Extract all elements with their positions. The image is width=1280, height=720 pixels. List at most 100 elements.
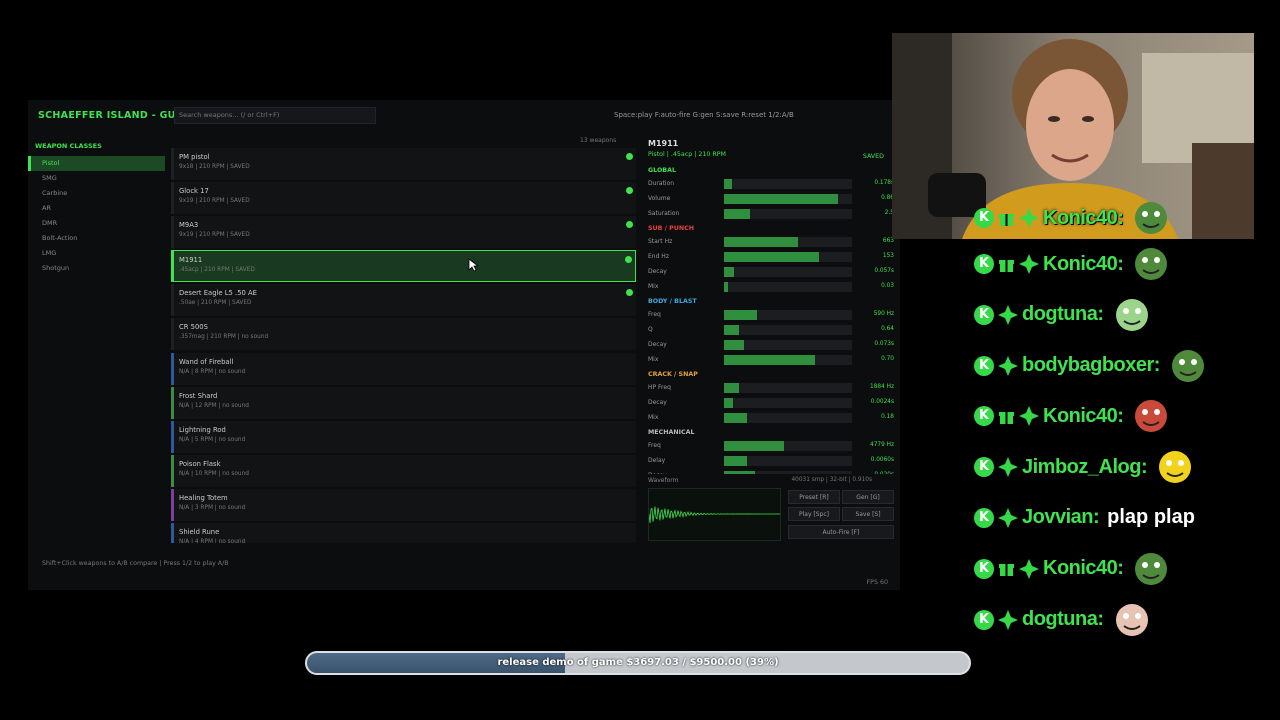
param-slider[interactable] [724, 471, 852, 474]
weapon-row[interactable]: M1911 .45acp | 210 RPM | SAVED [171, 250, 636, 283]
param-slider[interactable] [724, 413, 852, 423]
selected-weapon-name: M1911 [648, 139, 679, 148]
param-slider-fill [724, 325, 740, 335]
weapon-row[interactable]: Shield Rune N/A | 4 RPM | no sound [171, 523, 636, 543]
param-slider[interactable] [724, 340, 852, 350]
weapon-row[interactable]: Poison Flask N/A | 10 RPM | no sound [171, 454, 636, 487]
diamond-icon [1019, 254, 1039, 274]
weapon-row[interactable]: Desert Eagle L5 .50 AE .50ae | 210 RPM | … [171, 284, 636, 317]
play-button[interactable]: Play [Spc] [788, 507, 840, 521]
param-slider[interactable] [724, 456, 852, 466]
param-slider[interactable] [724, 282, 852, 292]
weapon-class-item[interactable]: LMG [28, 246, 165, 261]
weapon-class-item[interactable]: Carbine [28, 186, 165, 201]
param-slider-fill [724, 471, 755, 474]
chat-username: dogtuna: [1022, 608, 1104, 631]
gen-button[interactable]: Gen [G] [842, 490, 894, 504]
weapon-search-input[interactable]: Search weapons... (/ or Ctrl+F) [174, 107, 376, 124]
weapon-row[interactable]: Glock 17 9x19 | 210 RPM | SAVED [171, 182, 636, 215]
weapon-row[interactable]: Frost Shard N/A | 12 RPM | no sound [171, 386, 636, 419]
weapon-class-item[interactable]: Pistol [28, 156, 165, 171]
photo-emotes [1115, 603, 1148, 636]
param-slider[interactable] [724, 355, 852, 365]
smiley-emote [1159, 451, 1192, 484]
param-slider-fill [724, 413, 748, 423]
weapon-name: Poison Flask [179, 459, 221, 468]
param-label: Volume [648, 195, 671, 202]
weapon-meta: 9x19 | 210 RPM | SAVED [179, 232, 250, 239]
param-label: Duration [648, 180, 675, 187]
param-row: Delay 0.0060s [648, 454, 894, 469]
param-value: 4779 Hz [870, 442, 894, 448]
weapon-name: M9A3 [179, 221, 199, 230]
param-label: Freq [648, 442, 661, 449]
param-row: Decay 0.020s [648, 469, 894, 474]
weapon-row[interactable]: M9A3 9x19 | 210 RPM | SAVED [171, 216, 636, 249]
parameter-sections: GLOBAL Duration 0.178s Volume 0.86 Saturation… [648, 164, 894, 474]
weapon-row[interactable]: CR 500S .357mag | 210 RPM | no sound [171, 318, 636, 351]
gift-icon [999, 259, 1014, 272]
param-row: Volume 0.86 [648, 192, 894, 207]
fps-counter: FPS 60 [866, 579, 888, 586]
weapon-class-item[interactable]: Bolt-Action [28, 231, 165, 246]
frog-emote [1171, 349, 1204, 382]
weapon-meta: .357mag | 210 RPM | no sound [179, 334, 269, 341]
param-slider[interactable] [724, 237, 852, 247]
param-slider-fill [724, 194, 838, 204]
weapon-class-item[interactable]: AR [28, 201, 165, 216]
chat-username: dogtuna: [1022, 303, 1104, 326]
weapon-name: Glock 17 [179, 187, 209, 196]
param-label: Q [648, 326, 653, 333]
cartoon-face-emote [1135, 400, 1168, 433]
waveform-info: 40031 smp | 32-bit | 0.910s [791, 477, 872, 483]
weapon-count: 13 weapons [580, 137, 617, 144]
param-slider[interactable] [724, 383, 852, 393]
param-slider[interactable] [724, 325, 852, 335]
param-row: Decay 0.073s [648, 338, 894, 353]
auto-fire-button[interactable]: Auto-Fire [F] [788, 525, 894, 539]
footer-hint: Shift+Click weapons to A/B compare | Pre… [42, 560, 229, 567]
param-slider-fill [724, 340, 745, 350]
param-slider[interactable] [724, 310, 852, 320]
param-slider[interactable] [724, 398, 852, 408]
param-row: Decay 0.0024s [648, 396, 894, 411]
saved-indicator-icon [626, 289, 633, 297]
param-value: 0.03 [881, 283, 894, 289]
param-section-title: CRACK / SNAP [648, 371, 698, 378]
param-slider[interactable] [724, 441, 852, 451]
k-icon: K [974, 609, 994, 630]
weapon-meta: 9x19 | 210 RPM | SAVED [179, 198, 250, 205]
param-label: Start Hz [648, 238, 673, 245]
diamond-icon [998, 457, 1018, 478]
param-label: Mix [648, 356, 659, 363]
param-section-title: MECHANICAL [648, 429, 695, 436]
param-value: 0.18 [881, 414, 894, 420]
weapon-class-item[interactable]: SMG [28, 171, 165, 186]
weapon-row[interactable]: PM pistol 9x18 | 210 RPM | SAVED [171, 148, 636, 180]
param-slider[interactable] [724, 179, 852, 189]
saved-indicator-icon [626, 187, 633, 195]
weapon-name: Shield Rune [179, 528, 220, 537]
weapon-row[interactable]: Healing Totem N/A | 3 RPM | no sound [171, 488, 636, 521]
weapon-row[interactable]: Lightning Rod N/A | 5 RPM | no sound [171, 420, 636, 453]
preset-button[interactable]: Preset [R] [788, 490, 840, 504]
param-slider-fill [724, 310, 758, 320]
k-icon: K [974, 208, 994, 228]
param-slider[interactable] [724, 267, 852, 277]
param-slider[interactable] [724, 209, 852, 219]
gift-icon [999, 213, 1014, 226]
weapon-meta: N/A | 8 RPM | no sound [179, 368, 246, 375]
weapon-class-item[interactable]: DMR [28, 216, 165, 231]
weapon-class-list: Pistol SMG Carbine AR DMR Bolt-Action LMG Shotg… [28, 156, 165, 276]
weapon-row[interactable]: Wand of Fireball N/A | 8 RPM | no sound [171, 352, 636, 385]
save-button[interactable]: Save [S] [842, 507, 894, 521]
param-slider[interactable] [724, 194, 852, 204]
param-value: 153 [882, 253, 894, 259]
param-slider-fill [724, 179, 732, 189]
param-slider[interactable] [724, 252, 852, 262]
weapon-class-item[interactable]: Shotgun [28, 261, 165, 276]
param-label: Decay [648, 399, 667, 406]
param-value: 0.073s [874, 341, 894, 347]
k-icon: K [974, 355, 994, 376]
weapon-list: PM pistol 9x18 | 210 RPM | SAVED Glock 17 9… [171, 148, 636, 543]
